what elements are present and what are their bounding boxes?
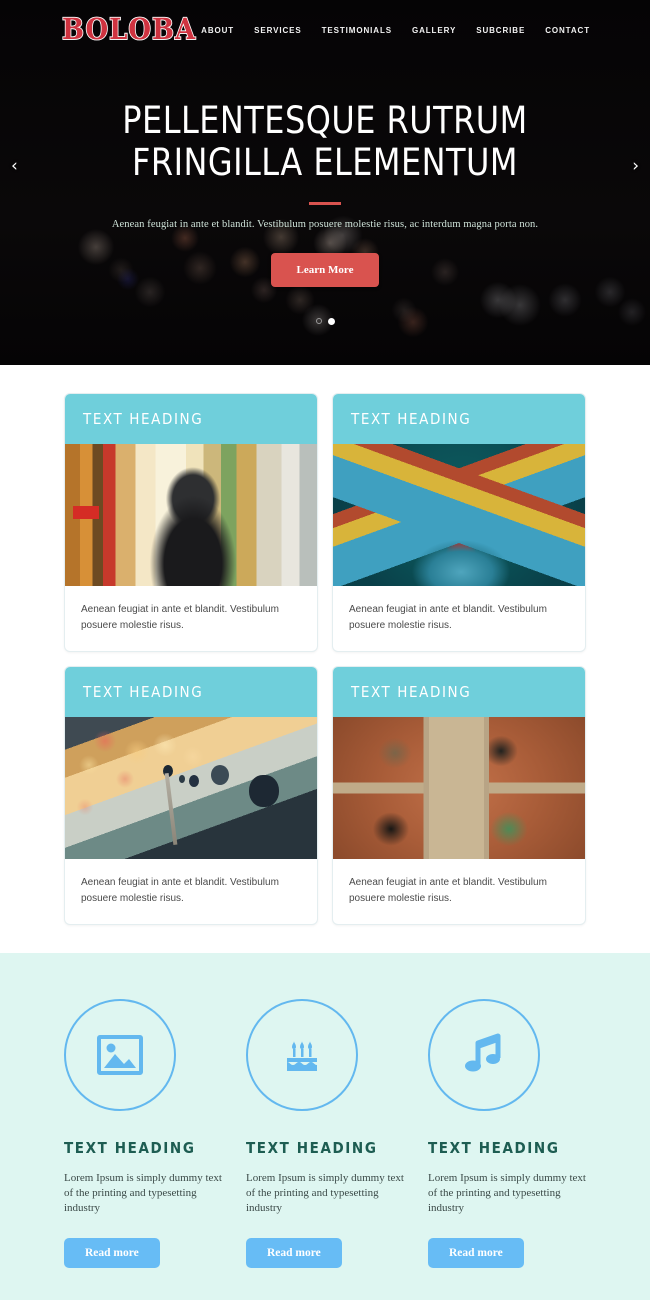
slider-next-arrow[interactable]: ›: [632, 158, 639, 175]
slider-dot-2[interactable]: [327, 317, 335, 325]
card-image-3: [65, 717, 317, 859]
feature-icon-circle-3: [428, 999, 540, 1111]
nav-item-gallery[interactable]: GALLERY: [412, 26, 456, 35]
feature-heading-1: TEXT HEADING: [64, 1139, 196, 1157]
birthday-cake-icon: [280, 1033, 324, 1077]
slider-pagination: [0, 317, 650, 325]
hero-divider: [309, 201, 341, 205]
card-header-2: TEXT HEADING: [333, 394, 585, 444]
feature-text-3: Lorem Ipsum is simply dummy text of the …: [428, 1172, 586, 1214]
feature-heading-3: TEXT HEADING: [428, 1139, 560, 1157]
feature-text-1: Lorem Ipsum is simply dummy text of the …: [64, 1172, 222, 1214]
read-more-button-1[interactable]: Read more: [64, 1237, 160, 1268]
card-image-1: [65, 444, 317, 586]
slider-dot-1[interactable]: [315, 317, 322, 324]
card-header-4: TEXT HEADING: [333, 667, 585, 717]
features-grid: TEXT HEADING Lorem Ipsum is simply dummy…: [64, 999, 586, 1268]
cards-section: TEXT HEADING Aenean feugiat in ante et b…: [0, 365, 650, 925]
site-logo[interactable]: BOLOBA: [61, 15, 196, 46]
features-section: TEXT HEADING Lorem Ipsum is simply dummy…: [0, 953, 650, 1300]
feature-icon-circle-2: [246, 999, 358, 1111]
feature-item-1: TEXT HEADING Lorem Ipsum is simply dummy…: [64, 999, 222, 1268]
music-note-icon: [464, 1033, 504, 1077]
nav-item-services[interactable]: SERVICES: [254, 26, 302, 35]
main-navbar: BOLOBA ABOUT SERVICES TESTIMONIALS GALLE…: [0, 0, 650, 60]
card-text-2: Aenean feugiat in ante et blandit. Vesti…: [349, 604, 547, 631]
card-text-4: Aenean feugiat in ante et blandit. Vesti…: [349, 877, 547, 904]
nav-links: ABOUT SERVICES TESTIMONIALS GALLERY SUBC…: [201, 26, 650, 35]
card-header-1: TEXT HEADING: [65, 394, 317, 444]
feature-item-3: TEXT HEADING Lorem Ipsum is simply dummy…: [428, 999, 586, 1268]
chevron-right-icon: ›: [632, 156, 639, 176]
card-heading-3: TEXT HEADING: [83, 683, 204, 701]
card-heading-4: TEXT HEADING: [351, 683, 472, 701]
content-card-2[interactable]: TEXT HEADING Aenean feugiat in ante et b…: [332, 393, 586, 652]
feature-icon-circle-1: [64, 999, 176, 1111]
read-more-button-2[interactable]: Read more: [246, 1237, 342, 1268]
image-icon: [97, 1035, 143, 1075]
learn-more-button[interactable]: Learn More: [270, 252, 380, 287]
card-header-3: TEXT HEADING: [65, 667, 317, 717]
card-text-1: Aenean feugiat in ante et blandit. Vesti…: [81, 604, 279, 631]
content-card-3[interactable]: TEXT HEADING Aenean feugiat in ante et b…: [64, 666, 318, 925]
nav-item-contact[interactable]: CONTACT: [545, 26, 590, 35]
card-text-3: Aenean feugiat in ante et blandit. Vesti…: [81, 877, 279, 904]
hero-slider: ‹ › BOLOBA ABOUT SERVICES TESTIMONIALS G…: [0, 0, 650, 365]
read-more-button-3[interactable]: Read more: [428, 1237, 524, 1268]
content-card-1[interactable]: TEXT HEADING Aenean feugiat in ante et b…: [64, 393, 318, 652]
content-card-4[interactable]: TEXT HEADING Aenean feugiat in ante et b…: [332, 666, 586, 925]
card-heading-1: TEXT HEADING: [83, 410, 204, 428]
nav-item-subcribe[interactable]: SUBCRIBE: [476, 26, 525, 35]
card-image-2: [333, 444, 585, 586]
nav-item-testimonials[interactable]: TESTIMONIALS: [322, 26, 392, 35]
cards-grid: TEXT HEADING Aenean feugiat in ante et b…: [64, 393, 586, 925]
slider-prev-arrow[interactable]: ‹: [11, 158, 18, 175]
hero-subtitle: Aenean feugiat in ante et blandit. Vesti…: [111, 218, 539, 230]
feature-item-2: TEXT HEADING Lorem Ipsum is simply dummy…: [246, 999, 404, 1268]
card-image-4: [333, 717, 585, 859]
nav-item-about[interactable]: ABOUT: [201, 26, 234, 35]
hero-title: PELLENTESQUE RUTRUM FRINGILLA ELEMENTUM: [122, 99, 528, 184]
chevron-left-icon: ‹: [11, 156, 18, 176]
feature-text-2: Lorem Ipsum is simply dummy text of the …: [246, 1172, 404, 1214]
hero-content: PELLENTESQUE RUTRUM FRINGILLA ELEMENTUM …: [0, 60, 650, 325]
card-heading-2: TEXT HEADING: [351, 410, 472, 428]
feature-heading-2: TEXT HEADING: [246, 1139, 378, 1157]
